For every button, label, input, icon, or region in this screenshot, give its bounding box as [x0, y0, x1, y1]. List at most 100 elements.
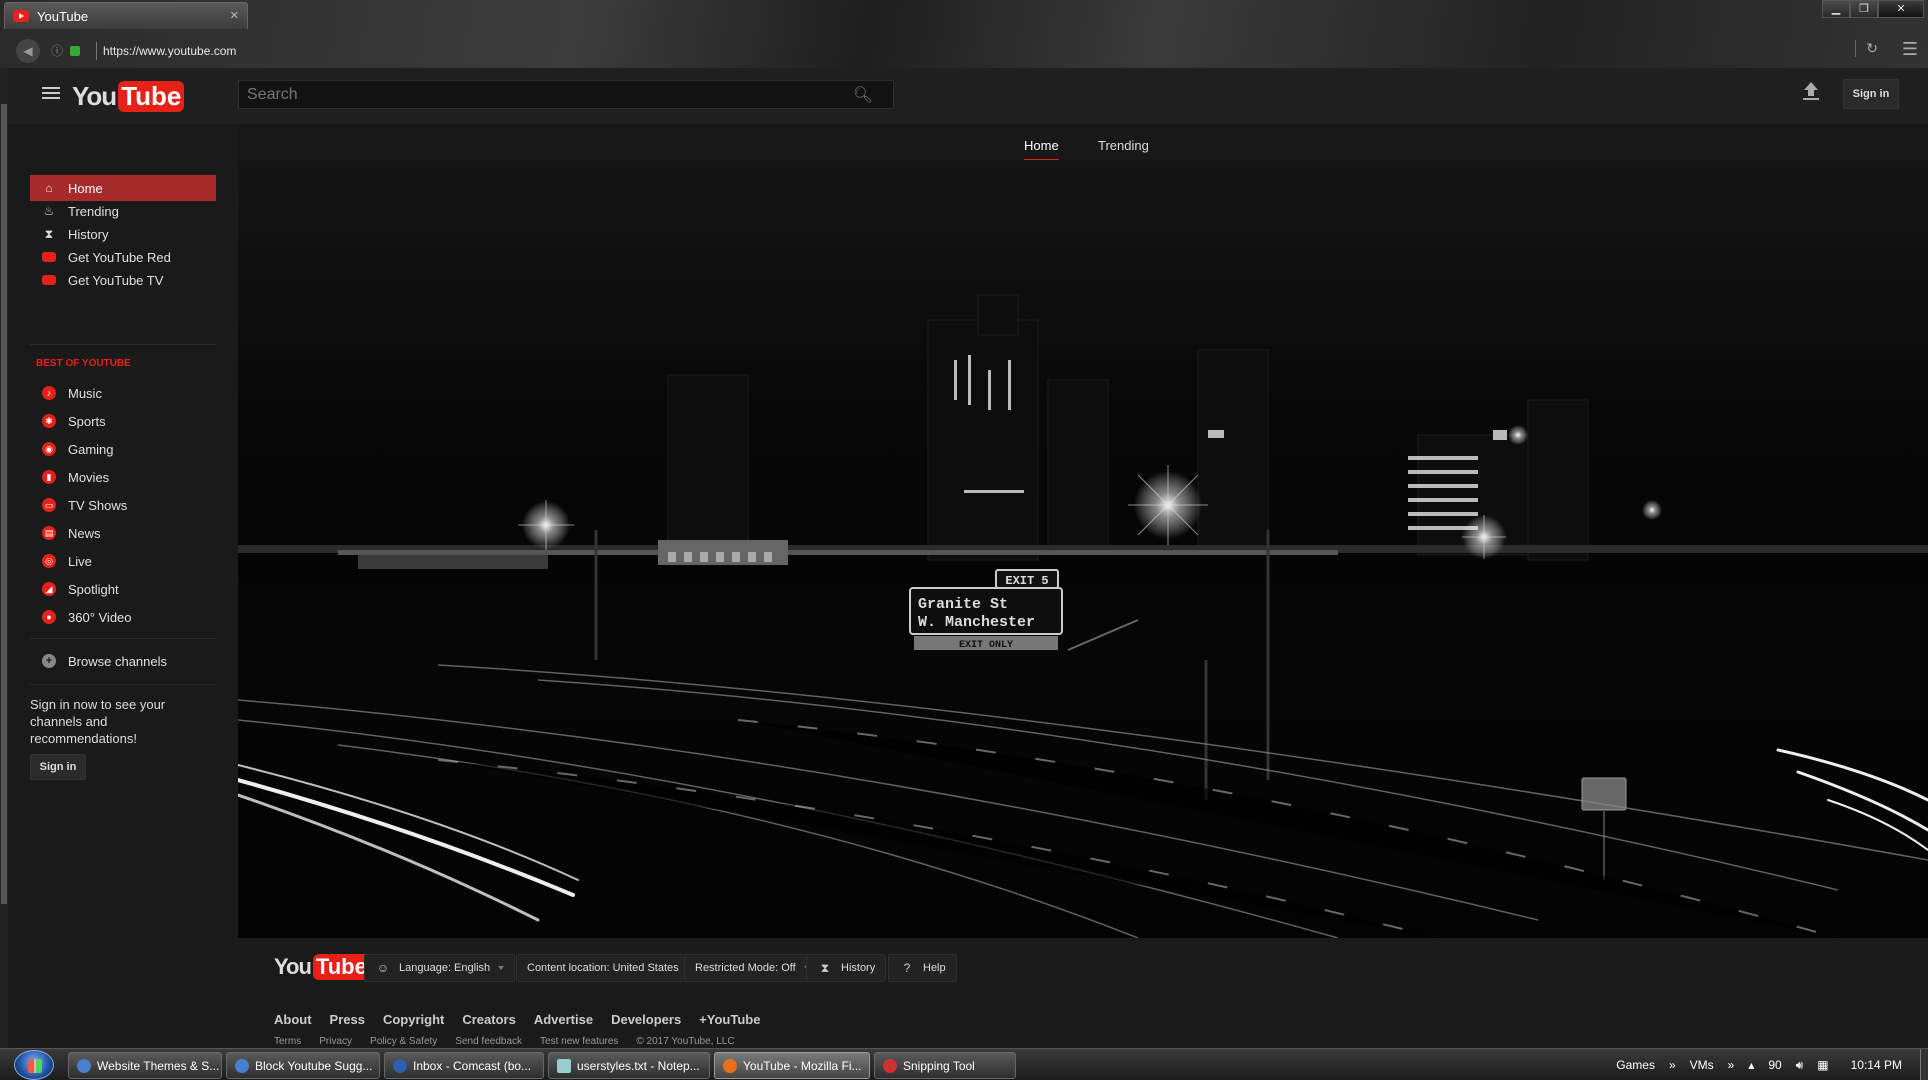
youtube-favicon-icon [13, 10, 29, 22]
back-button[interactable]: ◀ [16, 39, 40, 63]
footer-link-policy-safety[interactable]: Policy & Safety [370, 1036, 437, 1047]
network-icon[interactable]: ▦ [1817, 1058, 1828, 1072]
games-toolbar[interactable]: Games [1616, 1058, 1655, 1072]
minimize-button[interactable]: ▁ [1822, 0, 1850, 18]
footer-link-plus-youtube[interactable]: +YouTube [699, 1012, 760, 1027]
close-window-button[interactable]: ✕ [1878, 0, 1924, 18]
sidebar-item-news[interactable]: ▤ News [30, 520, 216, 546]
taskbar-item-label: userstyles.txt - Notep... [577, 1058, 700, 1073]
browser-navbar: ◀ ⓘ https://www.youtube.com ↻ ☰ [0, 36, 1928, 66]
taskbar-item[interactable]: Website Themes & S... [68, 1052, 222, 1079]
sidebar-item-label: Spotlight [68, 581, 119, 597]
taskbar-item[interactable]: Snipping Tool [874, 1052, 1016, 1079]
taskbar-item[interactable]: Block Youtube Sugg... [226, 1052, 380, 1079]
window-controls: ▁ ❐ ✕ [1822, 0, 1924, 18]
upload-icon[interactable] [1802, 82, 1820, 104]
taskbar-item[interactable]: Inbox - Comcast (bo... [384, 1052, 544, 1079]
footer-link-creators[interactable]: Creators [462, 1012, 515, 1027]
language-button[interactable]: ☺ Language: English [364, 954, 516, 982]
sign-in-button[interactable]: Sign in [1843, 79, 1899, 109]
logo-tube-text: Tube [118, 81, 185, 112]
tray-number: 90 [1768, 1058, 1782, 1072]
youtube-logo[interactable]: You Tube [72, 81, 185, 112]
footer-link-terms[interactable]: Terms [274, 1036, 301, 1047]
clock[interactable]: 10:14 PM [1851, 1058, 1902, 1072]
tab-close-icon[interactable]: ✕ [230, 9, 239, 22]
taskbar-item-label: Block Youtube Sugg... [255, 1058, 373, 1073]
footer-link-developers[interactable]: Developers [611, 1012, 681, 1027]
background-city-night-image: EXIT 5 Granite St W. Manchester EXIT ONL… [238, 160, 1928, 938]
search-input[interactable] [239, 85, 839, 104]
best-of-youtube-header: BEST OF YOUTUBE [36, 358, 131, 369]
chevron-right-icon[interactable]: » [1669, 1058, 1676, 1072]
sidebar-item-label: History [68, 226, 109, 242]
help-button[interactable]: ? Help [888, 954, 957, 982]
footer-link-advertise[interactable]: Advertise [534, 1012, 593, 1027]
footer-link-press[interactable]: Press [330, 1012, 365, 1027]
show-desktop-button[interactable] [1920, 1049, 1928, 1080]
guide-menu-icon[interactable] [42, 87, 60, 101]
sidebar-sign-in-button[interactable]: Sign in [30, 754, 86, 780]
start-button[interactable] [14, 1050, 54, 1080]
tab-trending[interactable]: Trending [1098, 138, 1149, 159]
browser-tab-title: YouTube [37, 8, 89, 24]
logo-you-text: You [72, 81, 117, 111]
sidebar-item-label: TV Shows [68, 497, 128, 513]
sidebar-item-label: Gaming [68, 441, 114, 457]
maximize-button[interactable]: ❐ [1850, 0, 1878, 18]
music-icon: ♪ [42, 386, 56, 400]
sign-in-prompt: Sign in now to see your channels and rec… [30, 697, 166, 746]
volume-icon[interactable]: 🔊︎ [1796, 1058, 1804, 1073]
browser-menu-icon[interactable]: ☰ [1902, 39, 1918, 60]
sidebar-item-label: Get YouTube TV [68, 272, 164, 288]
sports-icon: ✱ [42, 414, 56, 428]
url-bar[interactable]: https://www.youtube.com [96, 42, 236, 60]
sidebar-divider [30, 638, 216, 639]
restricted-mode-button[interactable]: Restricted Mode: Off [684, 954, 821, 982]
taskbar-item[interactable]: userstyles.txt - Notep... [548, 1052, 710, 1079]
reload-icon[interactable]: ↻ [1855, 40, 1878, 57]
left-edge-scrollbar[interactable] [0, 68, 8, 1048]
sidebar-item-360-video[interactable]: ● 360° Video [30, 604, 216, 630]
content-location-button[interactable]: Content location: United States [516, 954, 704, 982]
sidebar-item-music[interactable]: ♪ Music [30, 380, 216, 406]
chevron-right-icon[interactable]: » [1728, 1058, 1735, 1072]
sidebar-item-browse-channels[interactable]: + Browse channels [30, 648, 216, 674]
footer-link-privacy[interactable]: Privacy [319, 1036, 352, 1047]
search-icon[interactable]: 🔍︎ [853, 85, 873, 105]
sidebar-item-youtube-tv[interactable]: Get YouTube TV [30, 267, 216, 293]
sidebar-item-label: Live [68, 553, 92, 569]
browser-chrome: YouTube ✕ ▁ ❐ ✕ ◀ ⓘ https://www.youtube.… [0, 0, 1928, 68]
notepad-app-icon [557, 1058, 571, 1073]
browser-tab[interactable]: YouTube ✕ [4, 2, 248, 29]
footer-link-copyright[interactable]: Copyright [383, 1012, 444, 1027]
footer-link-about[interactable]: About [274, 1012, 312, 1027]
sidebar-item-sports[interactable]: ✱ Sports [30, 408, 216, 434]
chevron-down-icon [498, 966, 505, 970]
sidebar-item-movies[interactable]: ▮ Movies [30, 464, 216, 490]
sign-line1-text: Granite St [918, 596, 1008, 613]
sidebar-item-spotlight[interactable]: ◢ Spotlight [30, 576, 216, 602]
sidebar-item-gaming[interactable]: ◉ Gaming [30, 436, 216, 462]
city-highway-illustration: EXIT 5 Granite St W. Manchester EXIT ONL… [238, 160, 1928, 938]
tab-home[interactable]: Home [1024, 138, 1059, 161]
footer-link-send-feedback[interactable]: Send feedback [455, 1036, 522, 1047]
footer: You Tube ☺ Language: English Content loc… [238, 938, 1928, 1048]
site-info-icon[interactable]: ⓘ [50, 44, 64, 58]
restricted-mode-label: Restricted Mode: Off [695, 962, 796, 974]
footer-youtube-logo[interactable]: You Tube [274, 954, 370, 980]
taskbar-item-label: Inbox - Comcast (bo... [413, 1058, 532, 1073]
sidebar-divider [30, 684, 216, 685]
sidebar-item-live[interactable]: ◎ Live [30, 548, 216, 574]
vms-toolbar[interactable]: VMs [1690, 1058, 1714, 1072]
footer-link-test-features[interactable]: Test new features [540, 1036, 618, 1047]
chevron-up-icon[interactable]: ▴ [1748, 1058, 1754, 1072]
firefox-app-icon [723, 1058, 737, 1073]
taskbar-item[interactable]: YouTube - Mozilla Fi... [714, 1052, 870, 1079]
history-label: History [841, 962, 876, 974]
tv-shows-icon: ▭ [42, 498, 56, 512]
footer-secondary-links: Terms Privacy Policy & Safety Send feedb… [274, 1036, 753, 1047]
scrollbar-thumb[interactable] [1, 104, 7, 904]
sidebar-item-tv-shows[interactable]: ▭ TV Shows [30, 492, 216, 518]
history-button[interactable]: ⧗ History [806, 954, 887, 982]
